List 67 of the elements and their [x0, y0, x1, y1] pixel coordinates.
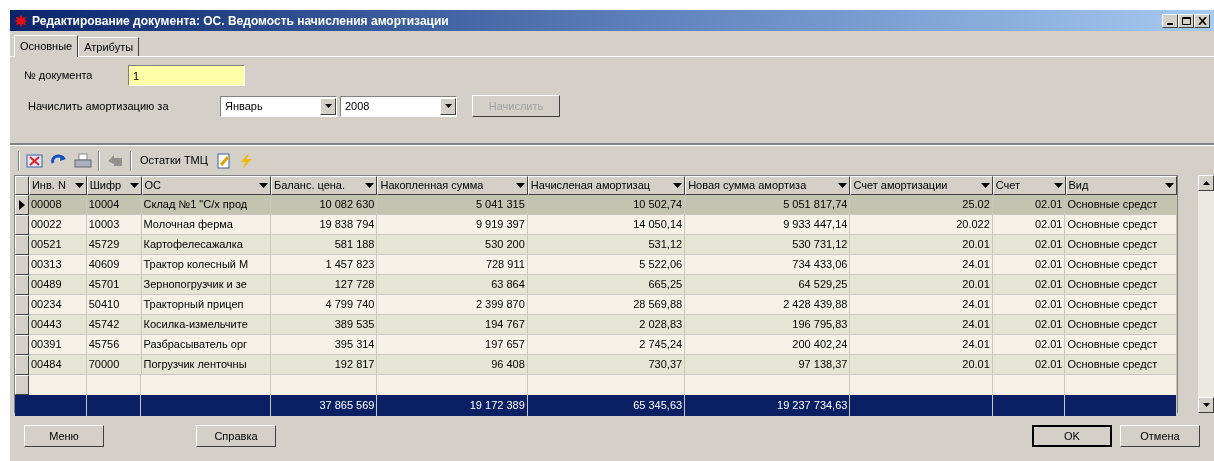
row-indicator[interactable]	[15, 295, 29, 315]
dropdown-arrow-icon[interactable]	[1053, 183, 1063, 188]
star-icon	[14, 13, 28, 28]
row-indicator[interactable]	[15, 195, 29, 215]
dialog-button[interactable]: Справка	[196, 425, 276, 447]
total-cell: 19 172 389	[377, 395, 528, 416]
scroll-down-icon[interactable]	[1198, 397, 1214, 413]
printer-icon[interactable]	[74, 152, 92, 169]
row-indicator[interactable]	[15, 355, 29, 375]
row-indicator[interactable]	[15, 215, 29, 235]
scrollbar[interactable]	[1198, 175, 1214, 413]
table-row[interactable]: 00443 45742 Косилка-измельчите 389 535 194 767 2 028,83 196 795,83 24.01 02.01 Основные средст	[15, 315, 1177, 335]
column-header[interactable]: Счет амортизации	[850, 176, 993, 195]
column-header[interactable]: Вид	[1065, 176, 1177, 195]
table-row[interactable]: 00489 45701 Зернопогрузчик и зе 127 728 63 864 665,25 64 529,25 20.01 02.01 Основные средст	[15, 275, 1177, 295]
dropdown-arrow-icon[interactable]	[838, 183, 848, 188]
tab[interactable]: Основные	[14, 35, 79, 57]
row-indicator[interactable]	[15, 235, 29, 255]
table-row[interactable]: 00391 45756 Разбрасыватель орг 395 314 197 657 2 745,24 200 402,24 24.01 02.01 Основные средст	[15, 335, 1177, 355]
column-header[interactable]: Начисленая амортизац	[527, 176, 686, 195]
scroll-up-icon[interactable]	[1198, 175, 1214, 191]
row-indicator[interactable]	[15, 335, 29, 355]
input-field[interactable]: 1	[128, 65, 245, 86]
column-header[interactable]: Инв. N	[28, 176, 87, 195]
dropdown-arrow-icon[interactable]	[365, 183, 375, 188]
dropdown-arrow-icon[interactable]	[74, 183, 84, 188]
delete-document-icon[interactable]	[26, 152, 44, 169]
table-row[interactable]: 00521 45729 Картофелесажалка 581 188 530 200 531,12 530 731,12 20.01 02.01 Основные средст	[15, 235, 1177, 255]
column-header[interactable]: ОС	[141, 176, 271, 195]
dropdown-arrow-icon[interactable]	[673, 183, 683, 188]
total-cell: 19 237 734,63	[685, 395, 851, 416]
total-cell: 37 865 569	[270, 395, 378, 416]
row-indicator[interactable]	[15, 255, 29, 275]
dropdown-arrow-icon[interactable]	[980, 183, 990, 188]
dropdown-arrow-icon[interactable]	[129, 183, 139, 188]
dropdown-arrow-icon[interactable]	[515, 183, 525, 188]
dialog-button[interactable]: Меню	[24, 425, 104, 447]
year-dropdown[interactable]: 2008	[340, 95, 457, 117]
column-header[interactable]: Новая сумма амортиза	[685, 176, 851, 195]
field-label: № документа	[24, 68, 94, 84]
dropdown-arrow-icon[interactable]	[1165, 183, 1174, 188]
field-label: Начислить амортизацию за	[27, 98, 170, 114]
row-indicator[interactable]	[15, 315, 29, 335]
close-icon[interactable]	[1194, 13, 1210, 28]
column-header[interactable]: Баланс. цена.	[270, 176, 378, 195]
table-row[interactable]: 00022 10003 Молочная ферма 19 838 794 9 919 397 14 050,14 9 933 447,14 20.022 02.01 Основные средст	[15, 215, 1177, 235]
column-header[interactable]: Счет	[992, 176, 1066, 195]
row-indicator[interactable]	[15, 375, 29, 395]
total-cell: 65 345,63	[527, 395, 686, 416]
edit-document-icon[interactable]	[215, 152, 232, 169]
table-row[interactable]: 00313 40609 Трактор колесный М 1 457 823 728 911 5 522,06 734 433,06 24.01 02.01 Основные средст	[15, 255, 1177, 275]
month-dropdown[interactable]: Январь	[220, 95, 337, 117]
row-indicator[interactable]	[15, 275, 29, 295]
table-row[interactable]: 00484 70000 Погрузчик ленточны 192 817 96 408 730,37 97 138,37 20.01 02.01 Основные средст	[15, 355, 1177, 375]
current-row-icon	[18, 200, 25, 210]
minimize-icon[interactable]	[1162, 13, 1178, 28]
maximize-icon[interactable]	[1178, 13, 1194, 28]
table-row[interactable]: 00234 50410 Тракторный прицеп 4 799 740 2 399 870 28 569,88 2 428 439,88 24.01 02.01 Основные средст	[15, 295, 1177, 315]
dialog-button[interactable]: OK	[1032, 425, 1112, 447]
column-header[interactable]: Шифр	[86, 176, 142, 195]
window-title: Редактирование документа: ОС. Ведомость начисления амортизации	[32, 12, 450, 30]
column-header[interactable]: Накопленная сумма	[377, 176, 528, 195]
toolbar-button[interactable]: Остатки ТМЦ	[138, 152, 210, 169]
dialog-button[interactable]: Отмена	[1120, 425, 1200, 447]
table-row[interactable]: 00008 10004 Склад №1 "С/х прод 10 082 630 5 041 315 10 502,74 5 051 817,74 25.02 02.01 Основные средст	[15, 195, 1177, 215]
dropdown-arrow-icon[interactable]	[258, 183, 268, 188]
tab[interactable]: Атрибуты	[78, 37, 140, 56]
